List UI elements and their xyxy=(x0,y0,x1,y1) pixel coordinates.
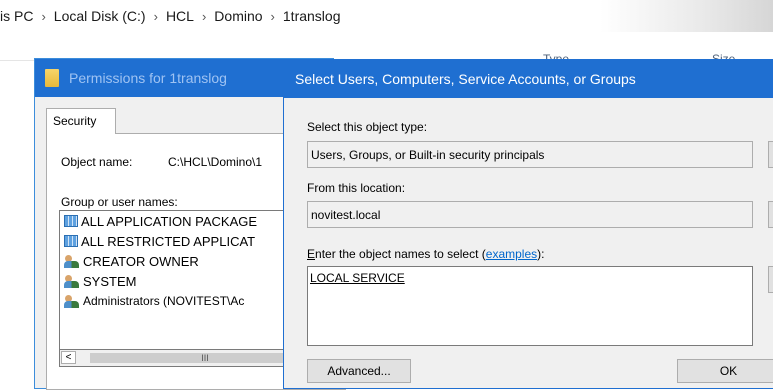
location-field: novitest.local xyxy=(307,201,753,228)
list-item-label: CREATOR OWNER xyxy=(83,253,199,269)
address-bar-shade xyxy=(600,0,773,32)
select-users-titlebar[interactable]: Select Users, Computers, Service Account… xyxy=(284,60,773,98)
address-bar[interactable]: is PC › Local Disk (C:) › HCL › Domino ›… xyxy=(0,0,773,32)
breadcrumb-1translog[interactable]: 1translog xyxy=(283,8,341,24)
enter-names-text: nter the object names to select ( xyxy=(315,247,486,261)
package-icon xyxy=(64,215,78,227)
breadcrumb-domino[interactable]: Domino xyxy=(214,8,262,24)
folder-icon xyxy=(45,69,59,87)
tab-security[interactable]: Security xyxy=(46,108,116,134)
object-name-value: C:\HCL\Domino\1 xyxy=(168,155,263,169)
list-item-label: SYSTEM xyxy=(83,273,137,289)
users-icon xyxy=(64,294,80,308)
ok-button[interactable]: OK xyxy=(677,359,773,383)
list-item-label: ALL APPLICATION PACKAGE xyxy=(81,213,258,229)
breadcrumb-hcl[interactable]: HCL xyxy=(166,8,194,24)
permissions-title: Permissions for 1translog xyxy=(69,70,227,86)
object-name-label: Object name: xyxy=(61,155,133,169)
list-item-label: Administrators (NOVITEST\Ac xyxy=(83,294,245,308)
enter-names-label: Enter the object names to select (exampl… xyxy=(307,247,544,261)
users-icon xyxy=(64,254,80,268)
object-types-button[interactable] xyxy=(768,141,773,168)
package-icon xyxy=(64,235,78,247)
select-users-dialog: Select Users, Computers, Service Account… xyxy=(283,59,773,389)
advanced-button[interactable]: Advanced... xyxy=(307,359,411,383)
breadcrumb-local-disk[interactable]: Local Disk (C:) xyxy=(54,8,146,24)
group-names-label: Group or user names: xyxy=(61,195,178,209)
object-type-field: Users, Groups, or Built-in security prin… xyxy=(307,141,753,168)
select-users-title: Select Users, Computers, Service Account… xyxy=(295,71,636,87)
file-list-header: Type Size xyxy=(0,32,773,77)
chevron-right-icon: › xyxy=(41,8,46,24)
chevron-right-icon: › xyxy=(270,8,275,24)
locations-button[interactable] xyxy=(768,201,773,228)
chevron-right-icon: › xyxy=(201,8,207,24)
check-names-button[interactable] xyxy=(768,266,773,293)
list-item-label: ALL RESTRICTED APPLICAT xyxy=(81,233,256,249)
object-names-input[interactable]: LOCAL SERVICE xyxy=(307,266,753,346)
object-type-label: Select this object type: xyxy=(307,120,428,134)
chevron-right-icon: › xyxy=(153,8,158,24)
enter-names-mnemonic: E xyxy=(307,247,316,261)
enter-names-suffix: ): xyxy=(537,247,545,261)
object-names-value: LOCAL SERVICE xyxy=(310,271,405,285)
scroll-left-button[interactable]: < xyxy=(61,351,76,364)
examples-link[interactable]: examples xyxy=(486,247,537,261)
location-label: From this location: xyxy=(307,181,406,195)
breadcrumb-this-pc[interactable]: is PC xyxy=(0,8,33,24)
users-icon xyxy=(64,274,80,288)
